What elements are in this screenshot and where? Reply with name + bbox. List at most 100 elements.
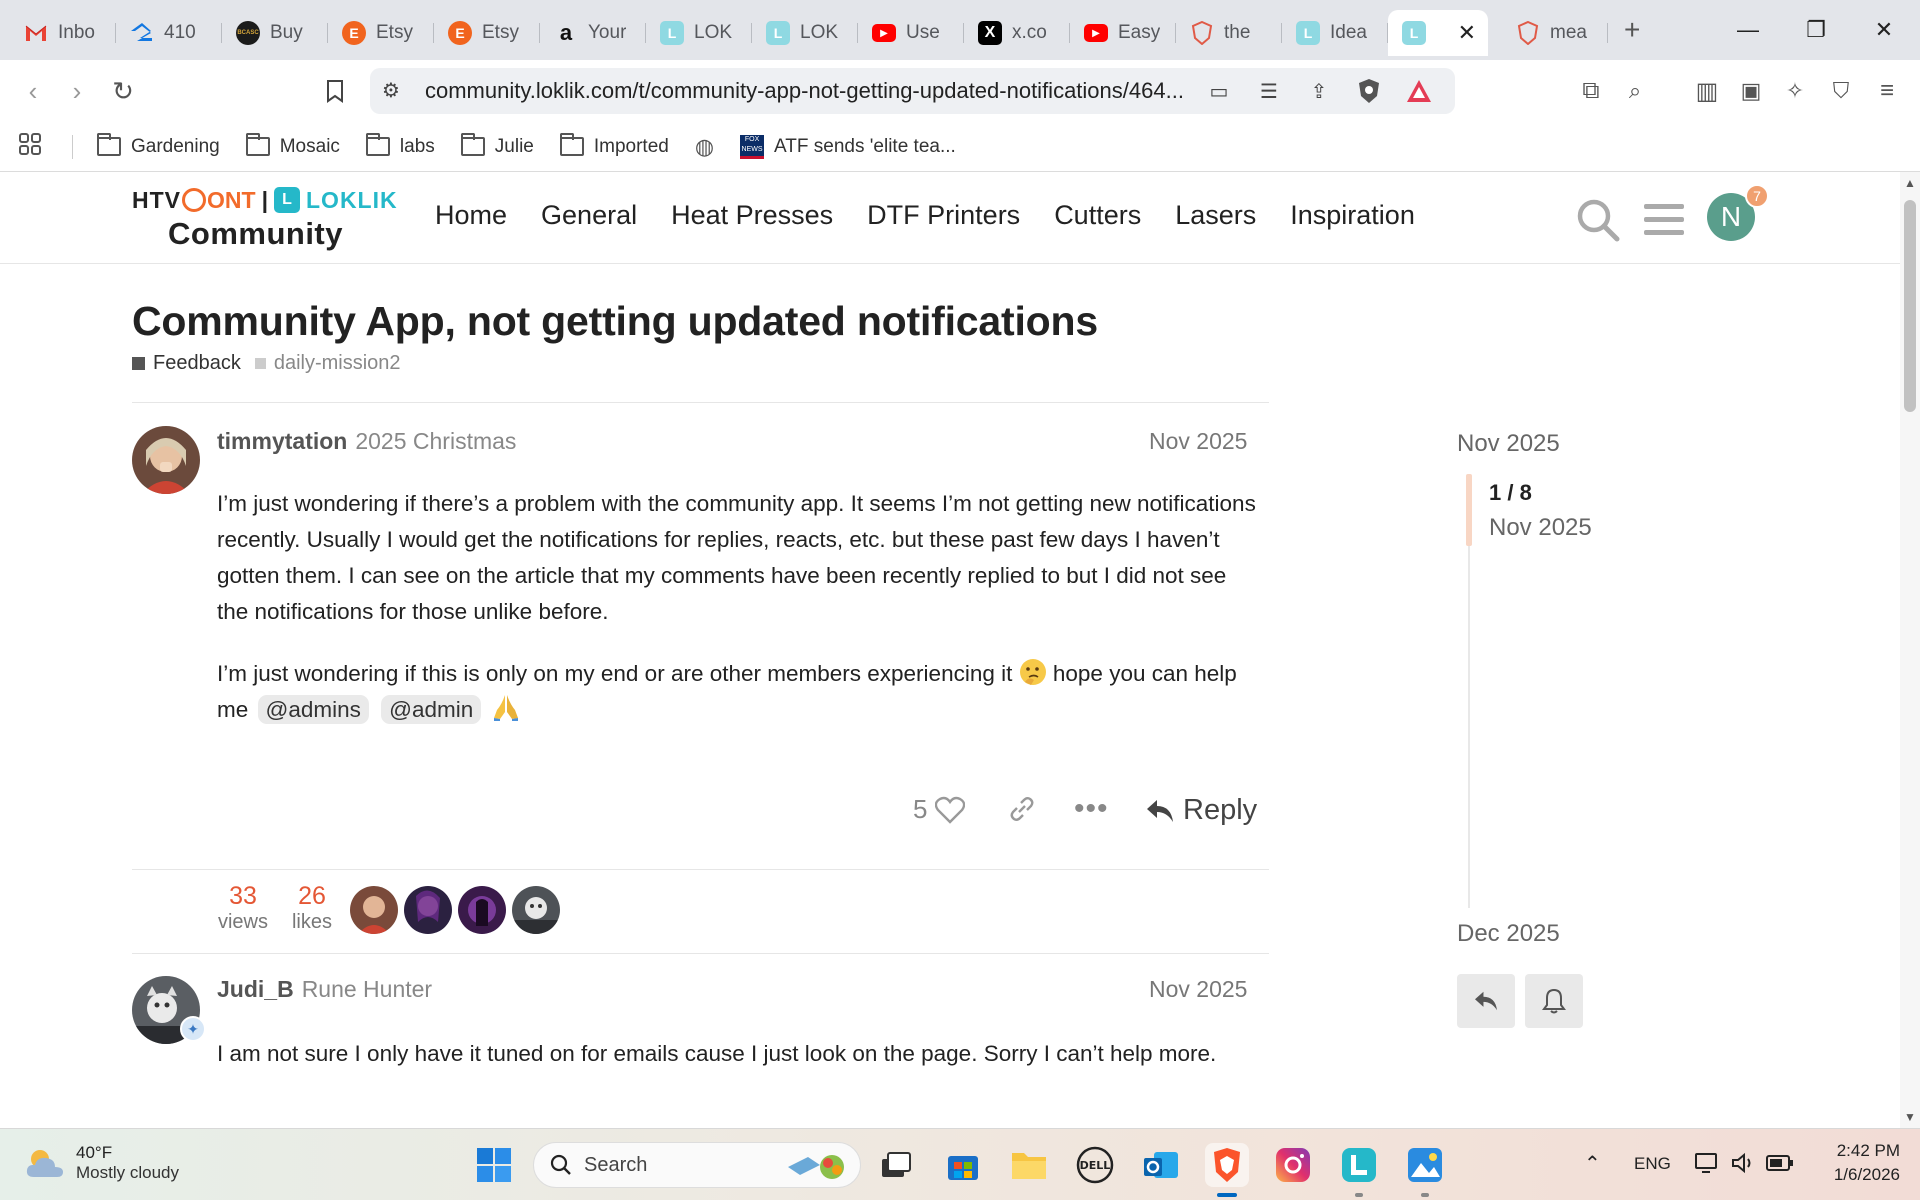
share-icon[interactable]: ⇪ [1305,77,1333,105]
tab-loklik-2[interactable]: L LOK [752,10,858,56]
tab-loklik-1[interactable]: L LOK [646,10,752,56]
timeline-start-date[interactable]: Nov 2025 [1457,430,1560,458]
bookmark-icon[interactable] [318,74,352,108]
bookmark-atf-news[interactable]: FOX NEWS ATF sends 'elite tea... [740,134,956,159]
like-button[interactable]: 5 [913,794,966,825]
tab-brave-2[interactable]: mea [1502,10,1608,56]
restore-button[interactable]: ❐ [1796,10,1836,50]
apps-grid-icon[interactable] [18,132,42,162]
post-1-date[interactable]: Nov 2025 [1149,428,1247,455]
nav-general[interactable]: General [541,200,637,231]
nav-home[interactable]: Home [435,200,507,231]
timeline-end-date[interactable]: Dec 2025 [1457,920,1560,948]
tab-amazon[interactable]: a Your [540,10,646,56]
back-button[interactable]: ‹ [16,74,50,108]
start-button[interactable] [472,1143,516,1187]
volume-icon[interactable] [1730,1151,1756,1180]
weather-widget[interactable]: 40°F Mostly cloudy [24,1143,179,1183]
brave-browser-icon[interactable] [1205,1143,1249,1187]
tab-x[interactable]: Xx.co [964,10,1070,56]
wallet-icon[interactable]: ▣ [1734,74,1768,108]
bookmark-imported[interactable]: Imported [559,133,669,158]
tab-close-icon[interactable]: ✕ [1458,20,1476,46]
bookmark-globe[interactable]: ◍ [695,134,714,160]
scroll-down-arrow[interactable]: ▼ [1904,1110,1916,1124]
post-2-date[interactable]: Nov 2025 [1149,976,1247,1003]
tab-buy[interactable]: BCASC Buy [222,10,328,56]
brave-rewards-icon[interactable] [1405,77,1433,105]
bookmark-mosaic[interactable]: Mosaic [245,133,340,158]
site-settings-icon[interactable]: ⚙ [382,78,400,103]
menu-icon[interactable]: ≡ [1870,74,1904,108]
task-view-icon[interactable] [874,1143,918,1187]
scroll-up-arrow[interactable]: ▲ [1904,176,1916,190]
outlook-icon[interactable] [1139,1143,1183,1187]
close-window-button[interactable]: ✕ [1864,10,1904,50]
notification-bell-button[interactable] [1525,974,1583,1028]
search-icon[interactable] [1576,198,1620,247]
nav-inspiration[interactable]: Inspiration [1290,200,1415,231]
microsoft-store-icon[interactable] [941,1143,985,1187]
cast-icon[interactable]: ▭ [1205,77,1233,105]
page-scrollbar[interactable]: ▲ ▼ [1900,172,1920,1128]
language-indicator[interactable]: ENG [1634,1154,1671,1174]
post-2-author[interactable]: Judi_B Rune Hunter [217,976,432,1003]
reload-button[interactable]: ↻ [106,74,140,108]
nav-cutters[interactable]: Cutters [1054,200,1141,231]
dell-icon[interactable]: DELL [1073,1143,1117,1187]
timeline-handle[interactable] [1466,474,1472,546]
post-1-author[interactable]: timmytation 2025 Christmas [217,428,516,455]
page-search-icon[interactable]: ⌕ [1618,74,1652,108]
nav-lasers[interactable]: Lasers [1175,200,1256,231]
sidebar-icon[interactable]: ▥ [1690,74,1724,108]
nav-heat-presses[interactable]: Heat Presses [671,200,833,231]
taskbar-search-box[interactable]: Search [533,1142,861,1188]
tab-brave-1[interactable]: the [1176,10,1282,56]
category-feedback[interactable]: Feedback [132,352,241,375]
timeline-reply-button[interactable] [1457,974,1515,1028]
participant-avatar[interactable] [404,886,452,934]
participant-avatar[interactable] [512,886,560,934]
clock[interactable]: 2:42 PM 1/6/2026 [1812,1141,1900,1185]
mention-admin[interactable]: @admin [381,695,482,724]
tab-youtube-2[interactable]: ▶ Easy [1070,10,1176,56]
file-explorer-icon[interactable] [1007,1143,1051,1187]
tray-overflow-icon[interactable]: ⌃ [1584,1151,1601,1176]
tab-zillow[interactable]: 410 [116,10,222,56]
topic-title[interactable]: Community App, not getting updated notif… [132,298,1098,345]
minimize-button[interactable]: — [1728,10,1768,50]
bookmark-julie[interactable]: Julie [460,133,534,158]
photos-app-icon[interactable] [1403,1143,1447,1187]
more-actions-button[interactable]: ••• [1074,792,1109,826]
leo-ai-icon[interactable]: ✧ [1778,74,1812,108]
bookmark-gardening[interactable]: Gardening [97,133,220,158]
nav-dtf-printers[interactable]: DTF Printers [867,200,1020,231]
site-logo[interactable]: HTV ONT | L LOKLIK Community [132,186,402,252]
hamburger-menu-icon[interactable] [1644,202,1684,243]
battery-icon[interactable] [1766,1153,1794,1178]
instagram-icon[interactable] [1271,1143,1315,1187]
tab-gmail[interactable]: Inbo [10,10,116,56]
copy-link-button[interactable] [1007,796,1037,822]
new-tab-button[interactable]: + [1624,14,1640,46]
scroll-thumb[interactable] [1904,200,1916,412]
tab-etsy-1[interactable]: E Etsy [328,10,434,56]
loklik-app-icon[interactable] [1337,1143,1381,1187]
tag-daily-mission2[interactable]: daily-mission2 [254,352,401,375]
forward-button[interactable]: › [60,74,94,108]
bookmark-labs[interactable]: labs [365,133,435,158]
tab-youtube-1[interactable]: ▶ Use [858,10,964,56]
tab-idea[interactable]: L Idea [1282,10,1388,56]
tab-active-loklik[interactable]: L ✕ [1388,10,1488,56]
extensions-icon[interactable]: ⧉ [1574,74,1608,108]
reply-button[interactable]: Reply [1145,794,1257,827]
brave-shields-icon[interactable] [1355,77,1383,105]
participant-avatar[interactable] [458,886,506,934]
vpn-icon[interactable]: ⛉ [1824,74,1858,108]
mention-admins[interactable]: @admins [257,695,369,724]
reader-mode-icon[interactable]: ☰ [1255,77,1283,105]
avatar-timmytation[interactable] [132,426,200,494]
tab-etsy-2[interactable]: E Etsy [434,10,540,56]
network-icon[interactable] [1694,1151,1720,1180]
address-bar[interactable]: ⚙ community.loklik.com/t/community-app-n… [370,68,1455,114]
